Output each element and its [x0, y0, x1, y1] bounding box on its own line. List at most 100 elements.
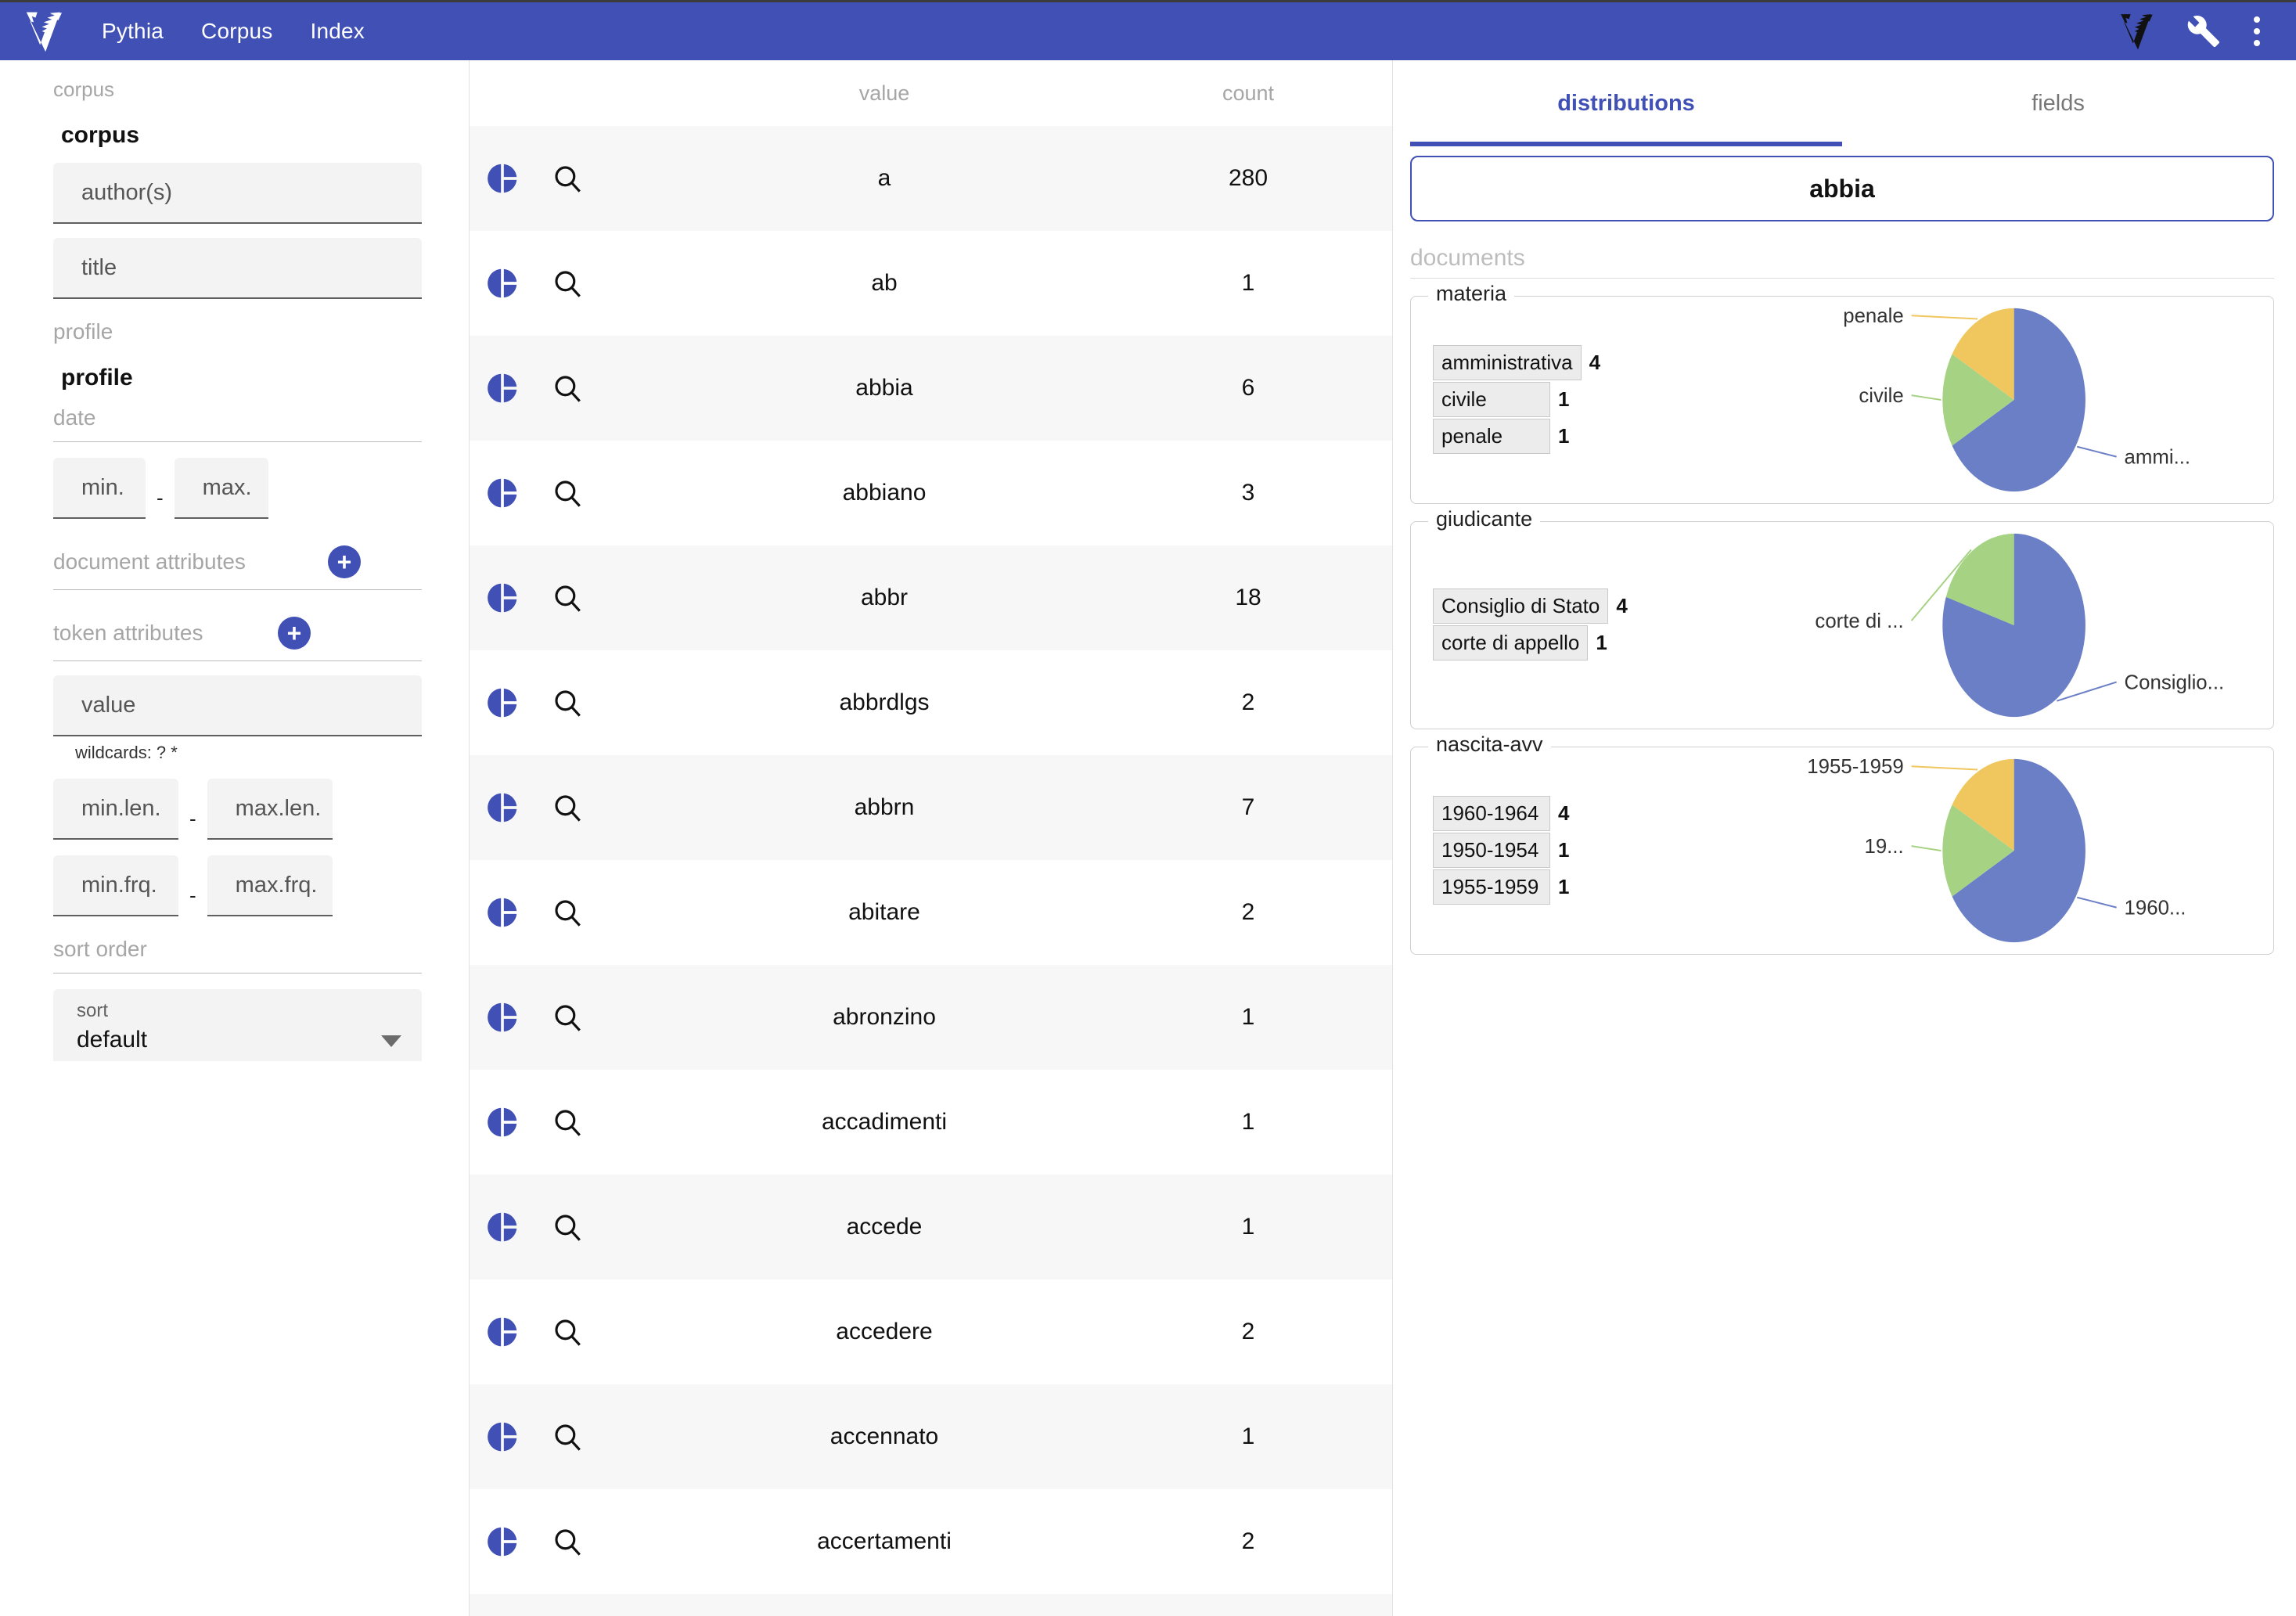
legend-item[interactable]: amministrativa 4 — [1433, 344, 1677, 380]
search-icon[interactable] — [551, 791, 584, 824]
pie-chart-icon[interactable] — [485, 790, 520, 825]
value-input[interactable]: value — [53, 675, 422, 737]
pie-chart-icon[interactable] — [485, 1315, 520, 1349]
column-header-count[interactable]: count — [1119, 81, 1377, 106]
legend-item[interactable]: penale 1 — [1433, 418, 1677, 454]
pie-chart-icon[interactable] — [485, 476, 520, 510]
min-frequency-input[interactable]: min.frq. — [53, 855, 178, 917]
search-icon[interactable] — [551, 267, 584, 300]
search-icon[interactable] — [551, 1211, 584, 1243]
chart-title: materia — [1428, 282, 1515, 306]
table-row[interactable]: ab 1 — [470, 231, 1392, 336]
sort-select[interactable]: sort default — [53, 989, 422, 1062]
chevron-down-icon[interactable] — [381, 1035, 401, 1048]
legend-count: 4 — [1558, 801, 1570, 825]
table-row[interactable]: accede 1 — [470, 1175, 1392, 1279]
pie-chart-icon[interactable] — [485, 371, 520, 405]
pie-chart-icon[interactable] — [485, 1210, 520, 1244]
table-row[interactable]: accertamenti 2 — [470, 1489, 1392, 1594]
table-row[interactable]: abbrn 7 — [470, 755, 1392, 860]
table-row[interactable]: accennato 1 — [470, 1384, 1392, 1489]
search-icon[interactable] — [551, 1420, 584, 1453]
term-search-input[interactable]: abbia — [1410, 156, 2274, 221]
date-min-placeholder: min. — [81, 474, 124, 500]
table-row[interactable]: accedere 2 — [470, 1279, 1392, 1384]
nav-item-pythia[interactable]: Pythia — [102, 19, 164, 44]
sort-order-divider — [53, 973, 422, 974]
search-icon[interactable] — [551, 1525, 584, 1558]
legend-count: 1 — [1558, 837, 1570, 862]
cell-count: 6 — [1241, 375, 1255, 401]
cell-value: accennato — [830, 1423, 939, 1449]
nav-item-corpus[interactable]: Corpus — [201, 19, 272, 44]
min-length-input[interactable]: min.len. — [53, 779, 178, 840]
add-document-attribute-button[interactable]: + — [328, 545, 361, 579]
pie-chart-icon[interactable] — [485, 1524, 520, 1559]
legend-item[interactable]: Consiglio di Stato 4 — [1433, 588, 1677, 624]
table-row[interactable]: accertamento5 — [470, 1594, 1392, 1616]
search-icon[interactable] — [551, 686, 584, 719]
tab-fields[interactable]: fields — [1842, 60, 2274, 146]
row-actions — [470, 895, 650, 930]
pie-chart-icon[interactable] — [485, 1420, 520, 1454]
search-icon[interactable] — [551, 477, 584, 509]
pie-chart-icon[interactable] — [485, 266, 520, 301]
search-icon[interactable] — [551, 162, 584, 195]
vs-logo-dark-icon[interactable] — [2116, 11, 2158, 52]
table-row[interactable]: a 280 — [470, 126, 1392, 231]
kebab-menu-icon[interactable] — [2249, 12, 2265, 51]
main-nav: Pythia Corpus Index — [102, 19, 365, 44]
pie-chart-icon[interactable] — [485, 1105, 520, 1139]
legend-item[interactable]: 1960-1964 4 — [1433, 795, 1677, 831]
pie-canvas: ammi... civile penale — [1677, 297, 2273, 503]
cell-value: abitare — [848, 899, 920, 925]
pie-chart-icon[interactable] — [485, 686, 520, 720]
cell-count: 18 — [1235, 585, 1261, 610]
row-actions — [470, 1210, 650, 1244]
table-body: a 280 ab 1 abbia 6 abbiano 3 abbr 18 abbrdlgs 2 abbr… — [470, 126, 1392, 1616]
legend-item[interactable]: 1955-1959 1 — [1433, 869, 1677, 905]
table-row[interactable]: abitare 2 — [470, 860, 1392, 965]
details-tabs: distributions fields — [1410, 60, 2274, 146]
search-icon[interactable] — [551, 372, 584, 405]
legend-item[interactable]: civile 1 — [1433, 381, 1677, 417]
cell-value: accedere — [836, 1319, 933, 1344]
column-header-value[interactable]: value — [650, 81, 1119, 106]
pie-chart-icon[interactable] — [485, 895, 520, 930]
table-row[interactable]: abbr 18 — [470, 545, 1392, 650]
max-frequency-input[interactable]: max.frq. — [207, 855, 333, 917]
pie-chart-icon[interactable] — [485, 581, 520, 615]
length-range-dash: - — [189, 806, 196, 830]
table-row[interactable]: accadimenti 1 — [470, 1070, 1392, 1175]
main-content: corpus corpus author(s) title profile pr… — [0, 60, 2296, 1616]
vs-logo-white-icon[interactable] — [20, 9, 69, 54]
nav-item-index[interactable]: Index — [311, 19, 365, 44]
max-length-input[interactable]: max.len. — [207, 779, 333, 840]
pie-chart-icon[interactable] — [485, 1000, 520, 1035]
wrench-icon[interactable] — [2186, 14, 2221, 49]
token-attributes-label: token attributes — [53, 621, 203, 646]
search-icon[interactable] — [551, 1001, 584, 1034]
table-row[interactable]: abbia 6 — [470, 336, 1392, 441]
date-range-row: min. - max. — [53, 458, 422, 520]
authors-input[interactable]: author(s) — [53, 163, 422, 225]
date-min-input[interactable]: min. — [53, 458, 146, 520]
table-row[interactable]: abronzino 1 — [470, 965, 1392, 1070]
table-row[interactable]: abbiano 3 — [470, 441, 1392, 545]
search-icon[interactable] — [551, 581, 584, 614]
search-icon[interactable] — [551, 1315, 584, 1348]
title-input[interactable]: title — [53, 238, 422, 300]
search-icon[interactable] — [551, 1106, 584, 1139]
documents-divider — [1410, 278, 2274, 279]
add-token-attribute-button[interactable]: + — [278, 617, 311, 650]
table-row[interactable]: abbrdlgs 2 — [470, 650, 1392, 755]
legend-count: 4 — [1616, 594, 1628, 617]
tab-distributions[interactable]: distributions — [1410, 60, 1842, 146]
search-icon[interactable] — [551, 896, 584, 929]
legend-label: 1955-1959 — [1433, 869, 1550, 905]
date-divider — [53, 441, 422, 443]
legend-item[interactable]: 1950-1954 1 — [1433, 832, 1677, 868]
legend-item[interactable]: corte di appello 1 — [1433, 625, 1677, 660]
date-max-input[interactable]: max. — [174, 458, 268, 520]
pie-chart-icon[interactable] — [485, 161, 520, 196]
